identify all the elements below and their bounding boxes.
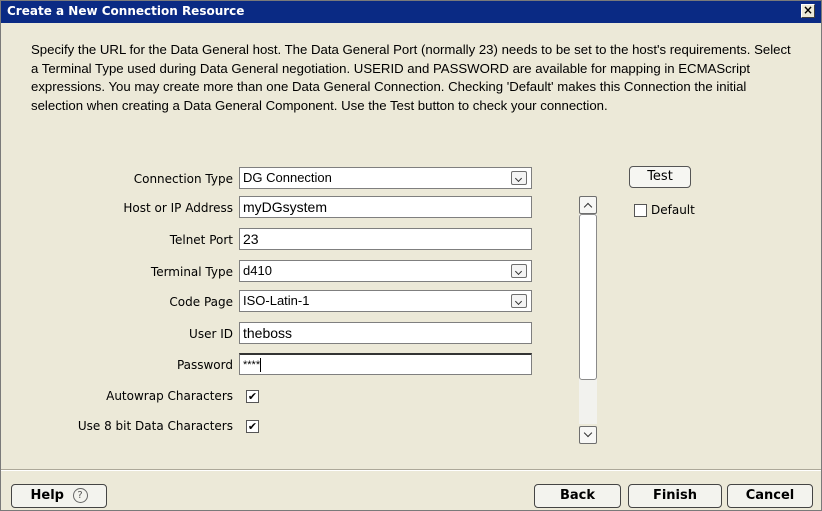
- cancel-button[interactable]: Cancel: [727, 484, 813, 508]
- help-button-label: Help: [30, 488, 64, 503]
- password-value: ****: [243, 359, 261, 371]
- title-bar[interactable]: Create a New Connection Resource ×: [1, 1, 821, 23]
- telnet-port-input[interactable]: 23: [239, 228, 532, 250]
- help-button[interactable]: Help ?: [11, 484, 107, 508]
- host-input[interactable]: myDGsystem: [239, 196, 532, 218]
- user-id-label: User ID: [189, 327, 233, 341]
- telnet-port-label: Telnet Port: [169, 233, 233, 247]
- code-page-value: ISO-Latin-1: [243, 293, 310, 308]
- vertical-scrollbar[interactable]: [579, 196, 597, 444]
- chevron-down-icon[interactable]: [511, 171, 527, 185]
- test-button[interactable]: Test: [629, 166, 691, 188]
- host-label: Host or IP Address: [123, 201, 233, 215]
- code-page-select[interactable]: ISO-Latin-1: [239, 290, 532, 312]
- checkmark-icon: ✔: [247, 390, 258, 403]
- connection-type-label: Connection Type: [133, 172, 233, 186]
- text-cursor: [260, 358, 262, 373]
- autowrap-label: Autowrap Characters: [106, 389, 233, 403]
- default-label: Default: [651, 203, 695, 217]
- terminal-type-select[interactable]: d410: [239, 260, 532, 282]
- user-id-input[interactable]: theboss: [239, 322, 532, 344]
- back-button[interactable]: Back: [534, 484, 621, 508]
- eight-bit-checkbox[interactable]: ✔: [246, 420, 259, 433]
- scroll-up-icon[interactable]: [579, 196, 597, 214]
- password-label: Password: [176, 358, 233, 372]
- dialog-title: Create a New Connection Resource: [7, 4, 245, 18]
- terminal-type-label: Terminal Type: [150, 265, 233, 279]
- scroll-thumb[interactable]: [579, 214, 597, 380]
- default-checkbox[interactable]: [634, 204, 647, 217]
- help-icon: ?: [72, 488, 88, 503]
- connection-dialog: Create a New Connection Resource × Speci…: [0, 0, 822, 511]
- close-button[interactable]: ×: [801, 4, 815, 18]
- connection-type-value: DG Connection: [243, 170, 332, 185]
- chevron-down-icon[interactable]: [511, 294, 527, 308]
- scroll-down-icon[interactable]: [579, 426, 597, 444]
- password-input[interactable]: ****: [239, 353, 532, 375]
- instructions-text: Specify the URL for the Data General hos…: [31, 42, 791, 113]
- checkmark-icon: ✔: [247, 420, 258, 433]
- code-page-label: Code Page: [169, 295, 233, 309]
- finish-button[interactable]: Finish: [628, 484, 722, 508]
- chevron-down-icon[interactable]: [511, 264, 527, 278]
- footer-divider: [1, 469, 821, 471]
- eight-bit-label: Use 8 bit Data Characters: [77, 419, 233, 433]
- autowrap-checkbox[interactable]: ✔: [246, 390, 259, 403]
- terminal-type-value: d410: [243, 263, 272, 278]
- close-icon: ×: [802, 3, 814, 17]
- connection-type-select[interactable]: DG Connection: [239, 167, 532, 189]
